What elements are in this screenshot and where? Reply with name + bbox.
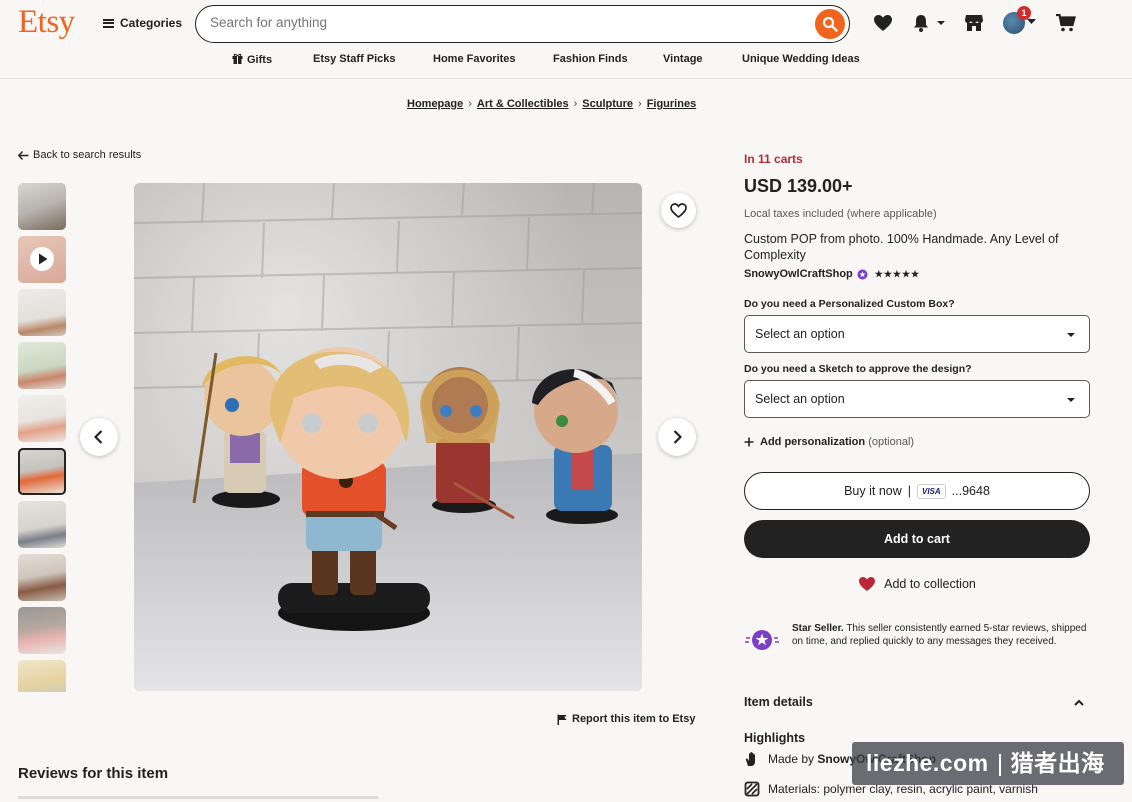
search-bar <box>195 5 850 43</box>
notifications-bell-icon[interactable] <box>912 13 946 33</box>
plus-icon <box>744 437 754 447</box>
chevron-up-icon <box>1074 699 1084 706</box>
thumbnail-selected[interactable] <box>18 448 66 495</box>
made-by-prefix: Made by <box>768 752 815 766</box>
main-product-image[interactable] <box>134 183 642 691</box>
search-icon <box>822 16 838 32</box>
breadcrumb-sculpture[interactable]: Sculpture <box>582 98 633 110</box>
star-seller-title: Star Seller. <box>792 623 844 634</box>
watermark: liezhe.com 猎者出海 <box>852 742 1124 785</box>
card-last4: ...9648 <box>951 484 990 498</box>
video-thumbnail[interactable] <box>18 236 66 283</box>
search-input[interactable] <box>210 15 800 30</box>
add-personalization-label: Add personalization <box>760 436 866 448</box>
nav-item-wedding-ideas[interactable]: Unique Wedding Ideas <box>742 53 860 65</box>
product-title: Custom POP from photo. 100% Handmade. An… <box>744 232 1059 262</box>
sketch-select[interactable]: Select an option <box>744 380 1090 418</box>
flag-icon <box>557 714 567 725</box>
custom-box-select[interactable]: Select an option <box>744 315 1090 353</box>
breadcrumb-separator: › <box>468 98 472 110</box>
shop-manager-icon[interactable] <box>964 14 984 32</box>
watermark-divider <box>998 753 1001 776</box>
breadcrumb-homepage[interactable]: Homepage <box>407 98 463 110</box>
gift-icon <box>232 53 243 64</box>
add-to-collection-button[interactable]: Add to collection <box>744 576 1090 592</box>
figurines-photo <box>134 183 642 691</box>
nav-item-staff-picks[interactable]: Etsy Staff Picks <box>313 53 396 65</box>
previous-image-button[interactable] <box>80 418 118 456</box>
thumbnail[interactable] <box>18 395 66 442</box>
reviews-text-cutoff <box>18 792 438 802</box>
watermark-right: 猎者出海 <box>1010 750 1105 776</box>
visa-card-icon: VISA <box>917 483 946 499</box>
arrow-left-icon <box>18 150 29 160</box>
nav-item-fashion-finds[interactable]: Fashion Finds <box>553 53 628 65</box>
option2-label: Do you need a Sketch to approve the desi… <box>744 363 972 375</box>
nav-item-vintage[interactable]: Vintage <box>663 53 703 65</box>
breadcrumb-art-collectibles[interactable]: Art & Collectibles <box>477 98 569 110</box>
search-button[interactable] <box>815 9 845 39</box>
heart-outline-icon <box>670 203 687 218</box>
thumbnail[interactable] <box>18 554 66 601</box>
thumbnail[interactable] <box>18 607 66 654</box>
hand-icon <box>745 752 755 766</box>
breadcrumb-separator: › <box>638 98 642 110</box>
cart-icon[interactable] <box>1056 14 1076 32</box>
report-label: Report this item to Etsy <box>572 713 696 725</box>
thumbnail[interactable] <box>18 342 66 389</box>
item-details-toggle[interactable]: Item details <box>744 695 1090 709</box>
categories-button[interactable]: Categories <box>103 16 182 30</box>
etsy-logo[interactable]: Etsy <box>18 4 75 41</box>
reviews-heading: Reviews for this item <box>18 765 169 782</box>
tax-note: Local taxes included (where applicable) <box>744 208 937 220</box>
thumbnail[interactable] <box>18 501 66 548</box>
shop-name-link[interactable]: SnowyOwlCraftShop <box>744 268 853 280</box>
nav-item-gifts[interactable]: Gifts <box>232 53 272 66</box>
breadcrumb-separator: › <box>573 98 578 110</box>
star-seller-icon <box>745 630 779 650</box>
add-to-cart-button[interactable]: Add to cart <box>744 520 1090 558</box>
nav-item-gifts-label: Gifts <box>247 54 273 66</box>
watermark-left: liezhe.com <box>866 750 989 776</box>
add-personalization-button[interactable]: Add personalization (optional) <box>744 436 1090 448</box>
category-nav: Gifts Etsy Staff Picks Home Favorites Fa… <box>0 53 1132 69</box>
star-seller-badge-icon <box>857 269 868 279</box>
item-details-label: Item details <box>744 695 813 709</box>
favorites-heart-icon[interactable] <box>873 14 893 32</box>
heart-filled-icon <box>859 577 876 591</box>
option1-label: Do you need a Personalized Custom Box? <box>744 298 955 310</box>
thumbnail[interactable] <box>18 289 66 336</box>
thumbnail-strip <box>18 183 67 692</box>
back-label: Back to search results <box>33 149 142 161</box>
report-item-link[interactable]: Report this item to Etsy <box>557 713 695 725</box>
materials-icon <box>744 781 760 797</box>
buy-it-now-button[interactable]: Buy it now | VISA ...9648 <box>744 472 1090 510</box>
shop-info: SnowyOwlCraftShop ★★★★★ <box>744 268 1090 280</box>
nav-item-home-favorites[interactable]: Home Favorites <box>433 53 516 65</box>
site-header: Etsy Categories 1 Gifts Etsy Staff Picks… <box>0 0 1132 79</box>
favorite-button[interactable] <box>661 193 696 228</box>
menu-icon <box>103 18 114 28</box>
notification-badge: 1 <box>1017 6 1031 20</box>
breadcrumb-figurines[interactable]: Figurines <box>647 98 697 110</box>
add-to-collection-label: Add to collection <box>884 577 976 591</box>
thumbnail[interactable] <box>18 183 66 230</box>
chevron-down-icon <box>1027 19 1036 24</box>
categories-label: Categories <box>120 16 183 30</box>
breadcrumb: Homepage › Art & Collectibles › Sculpture ›… <box>407 98 696 110</box>
rating-stars: ★★★★★ <box>874 268 921 279</box>
optional-label: (optional) <box>868 436 915 448</box>
next-image-button[interactable] <box>658 418 696 456</box>
back-to-results-link[interactable]: Back to search results <box>18 149 141 161</box>
buy-now-label: Buy it now <box>844 484 902 498</box>
play-icon <box>30 247 54 271</box>
buy-now-separator: | <box>907 484 911 498</box>
chevron-left-icon <box>94 430 103 444</box>
chevron-right-icon <box>673 430 682 444</box>
price: USD 139.00+ <box>744 176 853 196</box>
thumbnail[interactable] <box>18 660 66 692</box>
in-carts-alert: In 11 carts <box>744 152 803 166</box>
